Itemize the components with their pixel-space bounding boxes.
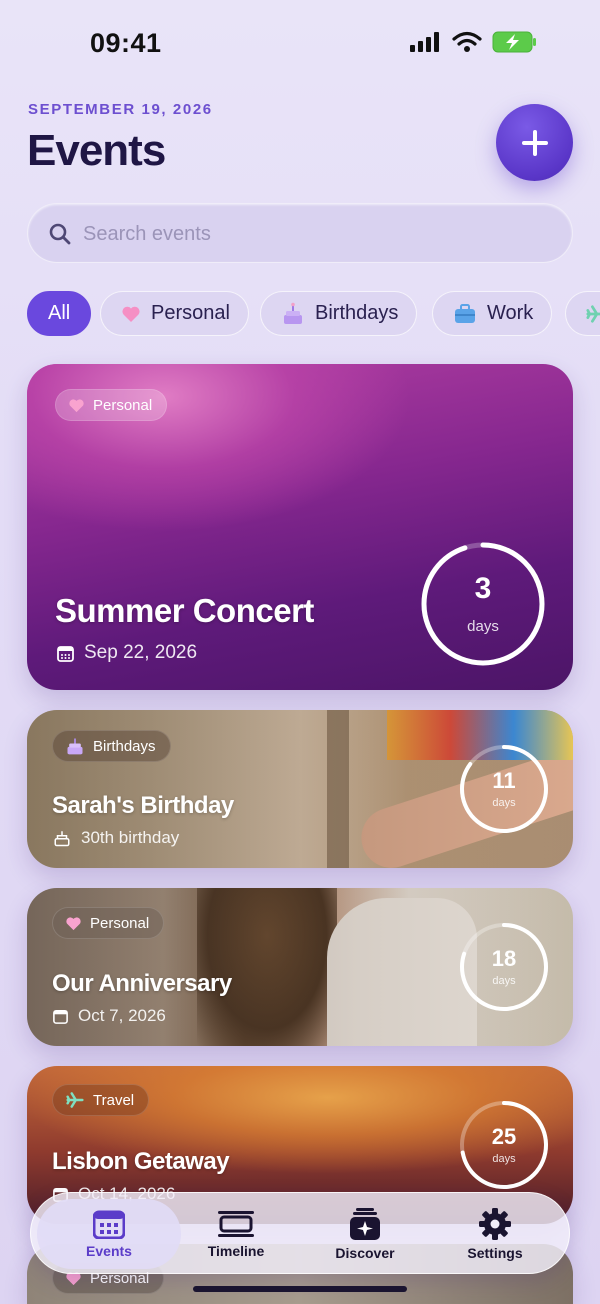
event-tag: Personal [52, 907, 165, 939]
status-icons [410, 31, 538, 53]
tab-label: Timeline [207, 1243, 265, 1259]
add-event-button[interactable] [496, 104, 573, 181]
page-title: Events [27, 126, 166, 175]
event-title: Sarah's Birthday [52, 792, 234, 819]
wifi-icon [452, 31, 482, 52]
event-title: Our Anniversary [52, 970, 232, 997]
event-tag: Personal [55, 389, 168, 421]
countdown-ring: 3 days [421, 542, 545, 666]
filter-chip-work[interactable]: Work [432, 291, 553, 336]
event-title: Lisbon Getaway [52, 1148, 230, 1175]
filter-chip-personal[interactable]: Personal [100, 291, 249, 336]
cake-icon [54, 831, 70, 847]
countdown-unit: days [492, 975, 516, 987]
event-tag-label: Travel [93, 1091, 135, 1109]
event-card[interactable]: Personal Our Anniversary Oct 7, 2026 18 … [27, 888, 573, 1046]
filter-chip-birthdays[interactable]: Birthdays [260, 291, 418, 336]
status-time: 09:41 [90, 28, 162, 58]
event-tag: Birthdays [52, 730, 171, 762]
home-indicator [193, 1286, 407, 1292]
calendar-icon [93, 1210, 125, 1239]
countdown-unit: days [492, 797, 516, 809]
heart-icon [66, 916, 81, 930]
cake-icon [284, 302, 302, 324]
tab-bar: Events Timeline Discover Settings [30, 1192, 570, 1274]
tab-discover[interactable]: Discover [300, 1193, 430, 1275]
search-icon [49, 223, 71, 245]
date-label: SEPTEMBER 19, 2026 [28, 101, 213, 118]
signal-icon [410, 32, 439, 52]
chip-label: Work [487, 302, 534, 324]
tab-label: Events [86, 1243, 132, 1259]
countdown-ring: 11 days [459, 744, 549, 834]
filter-chip-travel[interactable] [565, 291, 600, 336]
chip-label: All [48, 302, 71, 324]
countdown-number: 25 [491, 1124, 517, 1149]
search-input[interactable]: Search events [27, 203, 573, 263]
gear-icon [479, 1208, 511, 1240]
heart-icon [69, 398, 84, 412]
tab-events[interactable]: Events [44, 1193, 174, 1275]
search-placeholder: Search events [83, 223, 211, 245]
tab-settings[interactable]: Settings [430, 1193, 560, 1275]
plane-icon [66, 1092, 84, 1108]
countdown-ring: 18 days [459, 922, 549, 1012]
tab-label: Settings [467, 1245, 523, 1261]
event-subtitle: Sep 22, 2026 [57, 642, 197, 664]
heart-icon [122, 306, 140, 322]
filter-chip-all[interactable]: All [27, 291, 92, 336]
calendar-icon [57, 645, 74, 662]
chip-label: Birthdays [315, 302, 399, 324]
event-card[interactable]: Personal Summer Concert Sep 22, 2026 3 d… [27, 364, 573, 690]
countdown-number: 3 [474, 572, 492, 605]
briefcase-icon [455, 303, 475, 323]
event-tag-label: Personal [90, 914, 150, 932]
event-date: Sep 22, 2026 [84, 642, 198, 663]
event-tag: Travel [52, 1084, 150, 1116]
countdown-unit: days [467, 618, 499, 635]
countdown-number: 18 [491, 946, 517, 971]
event-tag-label: Birthdays [93, 737, 156, 755]
countdown-number: 11 [492, 768, 516, 793]
countdown-ring: 25 days [459, 1100, 549, 1190]
plus-icon [521, 129, 548, 156]
countdown-unit: days [492, 1153, 516, 1165]
calendar-icon [53, 1009, 68, 1024]
tab-label: Discover [335, 1245, 395, 1261]
cake-icon [67, 738, 83, 755]
plane-icon [586, 304, 600, 323]
chip-label: Personal [151, 302, 230, 324]
event-subtitle: 30th birthday [53, 828, 179, 848]
tab-timeline[interactable]: Timeline [171, 1193, 301, 1275]
status-bar: 09:41 [0, 0, 600, 88]
timeline-icon [218, 1211, 254, 1237]
event-tag-label: Personal [93, 396, 153, 414]
event-date: Oct 7, 2026 [78, 1006, 166, 1025]
battery-icon [492, 31, 536, 53]
event-card[interactable]: Birthdays Sarah's Birthday 30th birthday… [27, 710, 573, 868]
event-subtitle: Oct 7, 2026 [53, 1006, 166, 1026]
filter-chips: All Personal Birthdays Work [27, 291, 600, 336]
event-note: 30th birthday [81, 828, 180, 847]
discover-icon [350, 1208, 380, 1240]
event-title: Summer Concert [55, 592, 314, 629]
